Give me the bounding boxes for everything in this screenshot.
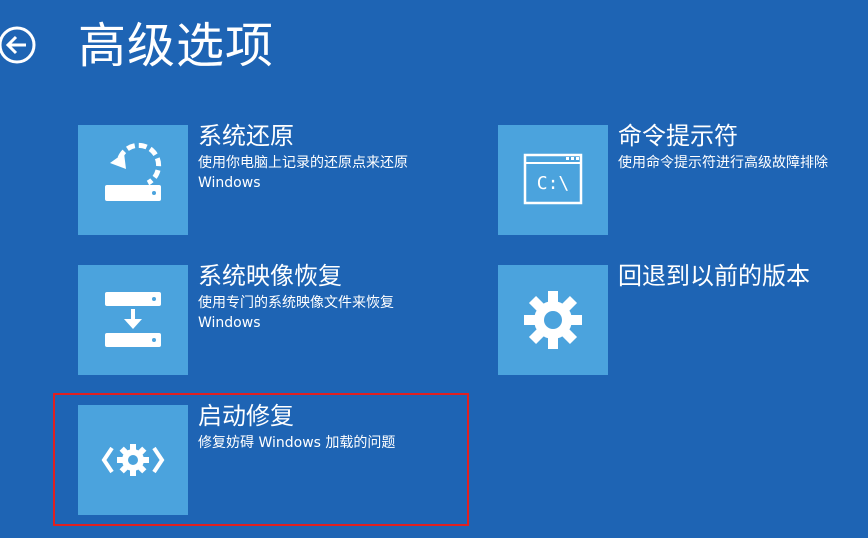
option-description: 使用命令提示符进行高级故障排除 [618, 155, 828, 171]
back-arrow-icon [0, 26, 36, 64]
option-tile [498, 265, 608, 375]
option-description: 使用你电脑上记录的还原点来还原 [198, 155, 408, 171]
option-description-line2: Windows [198, 315, 261, 331]
highlight-box [53, 393, 469, 526]
back-button[interactable] [0, 24, 38, 66]
page-title: 高级选项 [78, 18, 275, 74]
option-title: 系统还原 [198, 122, 294, 150]
option-system-restore[interactable]: 系统还原 使用你电脑上记录的还原点来还原 Windows [78, 122, 448, 237]
option-tile [78, 265, 188, 375]
option-command-prompt[interactable]: C:\ 命令提示符 使用命令提示符进行高级故障排除 [498, 122, 868, 237]
command-prompt-icon-text: C:\ [537, 173, 570, 194]
option-description: 使用专门的系统映像文件来恢复 [198, 295, 394, 311]
option-tile: C:\ [498, 125, 608, 235]
option-go-back-previous-version[interactable]: 回退到以前的版本 [498, 262, 868, 377]
command-prompt-icon: C:\ [523, 153, 583, 205]
option-description-line2: Windows [198, 175, 261, 191]
option-title: 命令提示符 [618, 122, 738, 150]
option-title: 系统映像恢复 [198, 262, 342, 290]
system-restore-icon [105, 142, 162, 201]
option-tile [78, 125, 188, 235]
option-system-image-recovery[interactable]: 系统映像恢复 使用专门的系统映像文件来恢复 Windows [78, 262, 448, 377]
option-title: 回退到以前的版本 [618, 262, 810, 290]
gear-icon [524, 291, 582, 349]
advanced-options-page: 高级选项 系统还原 使用你电脑上记录的还原点来还原 Windows C:\ 命令… [0, 0, 868, 538]
system-image-recovery-icon [105, 292, 161, 347]
